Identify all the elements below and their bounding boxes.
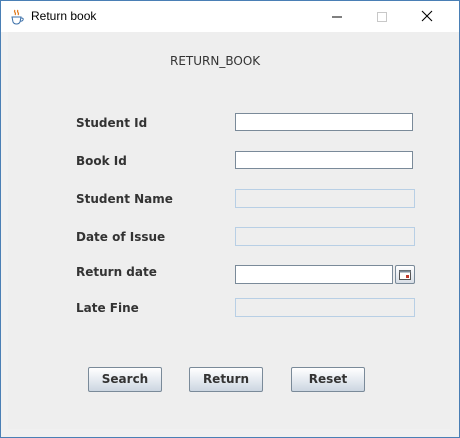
window-title: Return book (31, 9, 97, 23)
return-date-input[interactable] (235, 265, 393, 284)
student-id-input[interactable] (235, 113, 413, 131)
reset-button[interactable]: Reset (291, 367, 365, 392)
title-bar[interactable]: Return book (1, 1, 459, 32)
return-button[interactable]: Return (189, 367, 263, 392)
minimize-icon (332, 16, 342, 18)
minimize-button[interactable] (314, 1, 359, 32)
student-name-label: Student Name (76, 192, 173, 206)
book-id-label: Book Id (76, 154, 127, 168)
maximize-button[interactable] (359, 1, 404, 32)
late-fine-field (235, 298, 415, 317)
page-title: RETURN_BOOK (170, 54, 261, 68)
return-date-label: Return date (76, 265, 157, 279)
date-picker-button[interactable] (395, 265, 415, 284)
late-fine-label: Late Fine (76, 301, 139, 315)
maximize-icon (377, 12, 387, 22)
book-id-input[interactable] (235, 151, 413, 169)
search-button[interactable]: Search (88, 367, 162, 392)
date-of-issue-field (235, 227, 415, 246)
return-book-window: Return book RETURN_BOOK Student Id Book … (0, 0, 460, 438)
java-cup-icon (10, 9, 25, 25)
student-id-label: Student Id (76, 116, 148, 130)
close-button[interactable] (404, 1, 449, 32)
calendar-icon (399, 270, 411, 280)
date-of-issue-label: Date of Issue (76, 230, 166, 244)
close-icon (421, 10, 433, 22)
form-panel: RETURN_BOOK Student Id Book Id Student N… (8, 32, 450, 429)
student-name-field (235, 189, 415, 208)
